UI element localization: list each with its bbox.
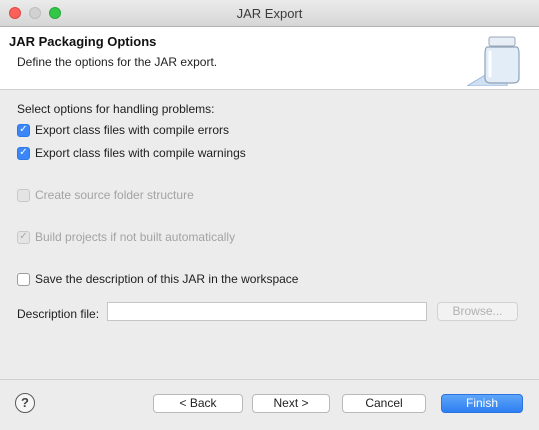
source-folder-option: Create source folder structure bbox=[17, 187, 194, 203]
export-errors-label: Export class files with compile errors bbox=[35, 123, 230, 137]
page-description: Define the options for the JAR export. bbox=[17, 55, 218, 69]
export-warnings-option[interactable]: ✓ Export class files with compile warnin… bbox=[17, 145, 246, 161]
help-icon[interactable]: ? bbox=[15, 393, 35, 413]
browse-button: Browse... bbox=[437, 302, 518, 321]
check-icon: ✓ bbox=[19, 231, 28, 242]
check-icon: ✓ bbox=[19, 124, 28, 135]
export-errors-checkbox[interactable]: ✓ bbox=[17, 123, 30, 137]
options-panel: Select options for handling problems: ✓ … bbox=[0, 91, 539, 379]
next-button[interactable]: Next > bbox=[252, 394, 330, 413]
page-title: JAR Packaging Options bbox=[9, 34, 157, 49]
description-file-label: Description file: bbox=[17, 307, 100, 321]
check-icon: ✓ bbox=[19, 147, 28, 158]
cancel-button[interactable]: Cancel bbox=[342, 394, 426, 413]
build-projects-checkbox: ✓ bbox=[17, 230, 30, 244]
build-projects-label: Build projects if not built automaticall… bbox=[35, 230, 236, 244]
section-label: Select options for handling problems: bbox=[17, 102, 215, 116]
save-description-checkbox[interactable] bbox=[17, 272, 30, 286]
source-folder-label: Create source folder structure bbox=[35, 188, 194, 202]
export-warnings-checkbox[interactable]: ✓ bbox=[17, 146, 30, 160]
build-projects-option: ✓ Build projects if not built automatica… bbox=[17, 229, 235, 245]
export-errors-option[interactable]: ✓ Export class files with compile errors bbox=[17, 122, 229, 138]
source-folder-checkbox bbox=[17, 188, 30, 202]
back-button[interactable]: < Back bbox=[153, 394, 243, 413]
description-file-input[interactable] bbox=[107, 302, 427, 321]
jar-icon bbox=[467, 36, 520, 86]
title-bar: JAR Export bbox=[0, 0, 539, 27]
window-title: JAR Export bbox=[236, 6, 303, 21]
export-warnings-label: Export class files with compile warnings bbox=[35, 146, 246, 160]
button-bar: ? < Back Next > Cancel Finish bbox=[0, 379, 539, 430]
save-description-label: Save the description of this JAR in the … bbox=[35, 272, 299, 286]
save-description-option[interactable]: Save the description of this JAR in the … bbox=[17, 271, 298, 287]
wizard-header: JAR Packaging Options Define the options… bbox=[0, 27, 539, 90]
finish-button[interactable]: Finish bbox=[441, 394, 523, 413]
